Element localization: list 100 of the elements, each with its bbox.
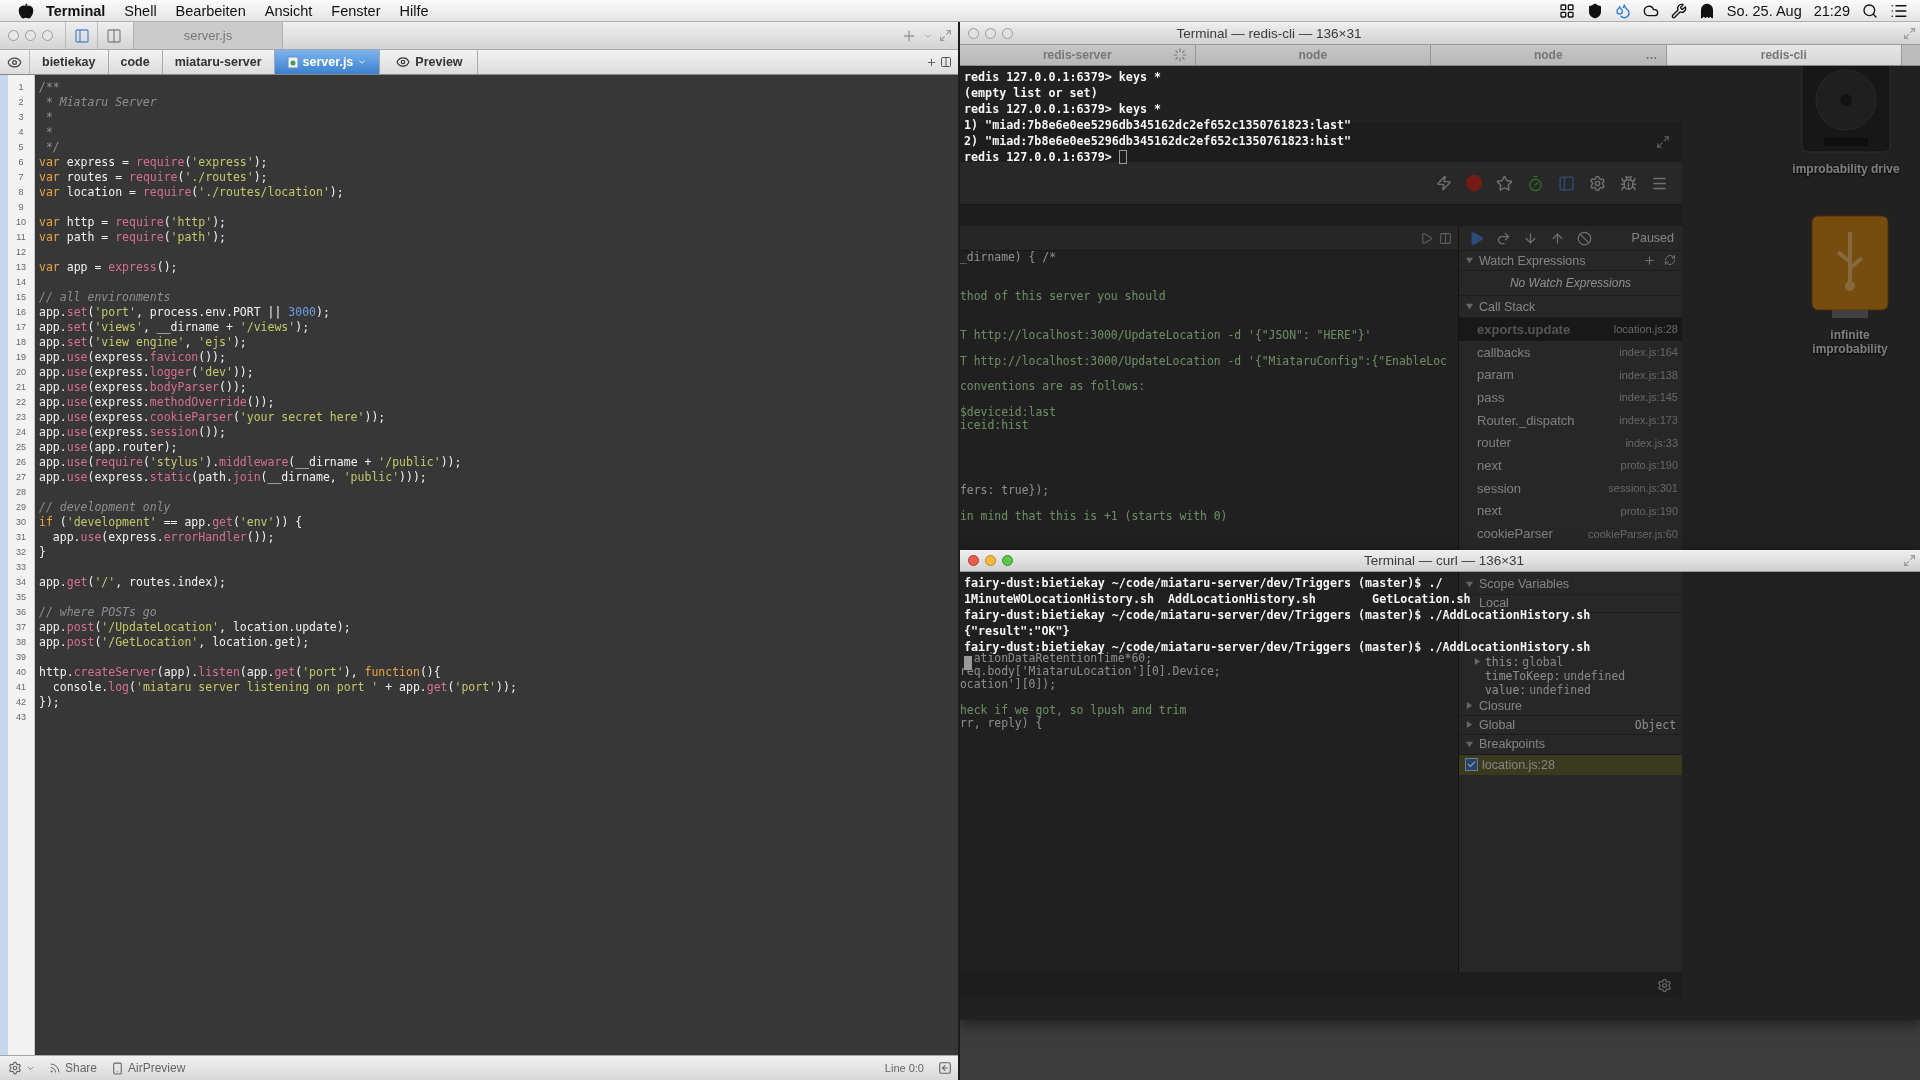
call-stack-row[interactable]: pass index.js:145 [1459,386,1682,409]
call-stack-row[interactable]: exports.update location.js:28 [1459,318,1682,341]
fullscreen-icon[interactable] [939,29,952,42]
menu-date[interactable]: So. 25. Aug [1726,2,1802,19]
triangle-icon [1473,657,1482,667]
window-control[interactable] [42,30,53,41]
fullscreen-icon[interactable] [1903,554,1916,567]
share-button[interactable]: Share [49,1061,98,1075]
step-into-icon[interactable] [1523,230,1538,246]
fullscreen-icon[interactable] [1656,135,1670,149]
menu-item[interactable]: Fenster [331,2,381,19]
call-stack-row[interactable]: session session.js:301 [1459,476,1682,500]
deactivate-icon[interactable] [1577,230,1592,246]
terminal-line: 1MinuteWOLocationHistory.sh AddLocationHistory.sh GetLocation.sh [964,591,1471,607]
triangle-icon [1465,302,1474,311]
line-number: 5 [17,141,25,154]
section-title[interactable]: Global [1479,717,1516,732]
add-icon[interactable] [926,56,937,68]
menu-item[interactable]: Terminal [46,2,106,19]
terminal-tab[interactable]: node … [1431,45,1667,65]
desktop-icon-label[interactable]: improbability drive [1791,162,1901,176]
call-stack-row[interactable]: router index.js:33 [1459,431,1682,455]
line-number: 25 [15,441,27,454]
shield-icon[interactable] [1586,2,1603,19]
caret-icon [357,57,368,67]
timer-icon[interactable] [1527,174,1544,192]
line-number: 43 [15,711,27,724]
breadcrumb[interactable]: miataru-server [162,50,275,74]
fullscreen-icon[interactable] [1903,26,1916,40]
terminal-tab[interactable]: redis-server [960,45,1196,65]
step-out-icon[interactable] [1550,230,1565,246]
menu-item[interactable]: Shell [124,2,157,19]
line-number: 12 [15,246,27,259]
code-line: console.log('miataru server listening on port ' + app.get('port')); [51,680,518,695]
call-stack-row[interactable]: cookieParser cookieParser.js:60 [1459,522,1682,545]
wrench-icon[interactable] [1670,2,1687,19]
terminal-line: fairy-dust:bietiekay ~/code/miataru-server/dev/Triggers (master)$ ./AddLocationHistory.sh [964,639,1591,654]
line-number: 1 [17,81,25,94]
add-icon[interactable] [1643,254,1656,267]
airpreview-button[interactable]: AirPreview [111,1061,186,1075]
line-number: 2 [17,96,25,109]
settings-icon[interactable] [1589,174,1606,192]
call-stack-row[interactable]: next proto.js:190 [1459,499,1682,523]
section-title[interactable]: Closure [1479,698,1523,713]
window-control[interactable] [1002,27,1013,39]
window-control[interactable] [25,30,36,41]
grid-icon[interactable] [1558,2,1575,19]
section-title[interactable]: Scope Variables [1479,577,1570,592]
play-icon[interactable] [1420,231,1433,245]
call-stack-row[interactable]: Router._dispatch index.js:173 [1459,408,1682,432]
menu-item[interactable]: Bearbeiten [175,2,246,19]
breadcrumb[interactable]: code [108,50,163,74]
desktop-icon-label[interactable]: infinite improbability [1795,328,1905,356]
terminal-tab[interactable]: node [1195,45,1431,65]
collapse-icon[interactable] [938,1061,952,1075]
section-title[interactable]: Watch Expressions [1479,253,1586,268]
line-number: 29 [15,501,27,514]
preview-button[interactable]: Preview [380,50,478,74]
step-over-icon[interactable] [1496,230,1511,246]
bug-icon[interactable] [1620,174,1637,192]
minimize-button[interactable] [985,555,996,566]
menu-clock[interactable]: 21:29 [1813,2,1850,19]
line-number: 10 [15,216,27,229]
terminal-line: 2) "miad:7b8e6e0ee5296db345162dc2ef652c1350761823:hist" [964,133,1351,149]
section-title[interactable]: Call Stack [1479,299,1536,314]
search-icon[interactable] [1862,2,1878,19]
columns-icon[interactable] [940,56,952,68]
line-number: 3 [17,111,25,124]
menu-item[interactable]: Hilfe [399,2,429,19]
call-stack-row[interactable]: next proto.js:190 [1459,454,1682,477]
code-line: * [44,110,54,125]
line-number: 20 [15,366,27,379]
terminal-tab[interactable]: redis-cli [1666,45,1902,65]
section-title[interactable]: Breakpoints [1479,737,1545,752]
menu-item[interactable]: Ansicht [264,2,313,19]
line-number: 39 [15,651,27,664]
line-number: 34 [15,576,27,589]
apple-icon[interactable] [18,2,34,19]
zoom-button[interactable] [1002,555,1013,566]
refresh-icon[interactable] [1664,254,1676,266]
settings-icon[interactable] [1657,977,1672,993]
window-control[interactable] [8,30,19,41]
checkbox[interactable] [1465,758,1478,772]
call-stack-row[interactable]: param index.js:138 [1459,363,1682,387]
call-stack-row[interactable]: callbacks index.js:164 [1459,340,1682,364]
resume-icon[interactable] [1469,230,1484,246]
code-line: var http = require('http'); [39,215,227,230]
source-line: req.body['MiataruLocation'][0].Device; [960,665,1222,678]
ghost-icon[interactable] [1698,2,1715,19]
file-tab[interactable]: server.js [133,22,283,49]
code-line: app.set('view engine', 'ejs'); [39,335,248,350]
lightning-icon[interactable] [1436,175,1452,191]
breadcrumb[interactable]: server.js [274,50,381,74]
star-icon[interactable] [1496,174,1513,192]
window-control[interactable] [968,27,979,39]
settings-button[interactable] [8,1061,35,1075]
close-button[interactable] [968,555,979,566]
breadcrumb[interactable]: bietiekay [30,50,109,74]
window-control[interactable] [985,27,996,39]
panel-icon[interactable] [1558,174,1575,192]
